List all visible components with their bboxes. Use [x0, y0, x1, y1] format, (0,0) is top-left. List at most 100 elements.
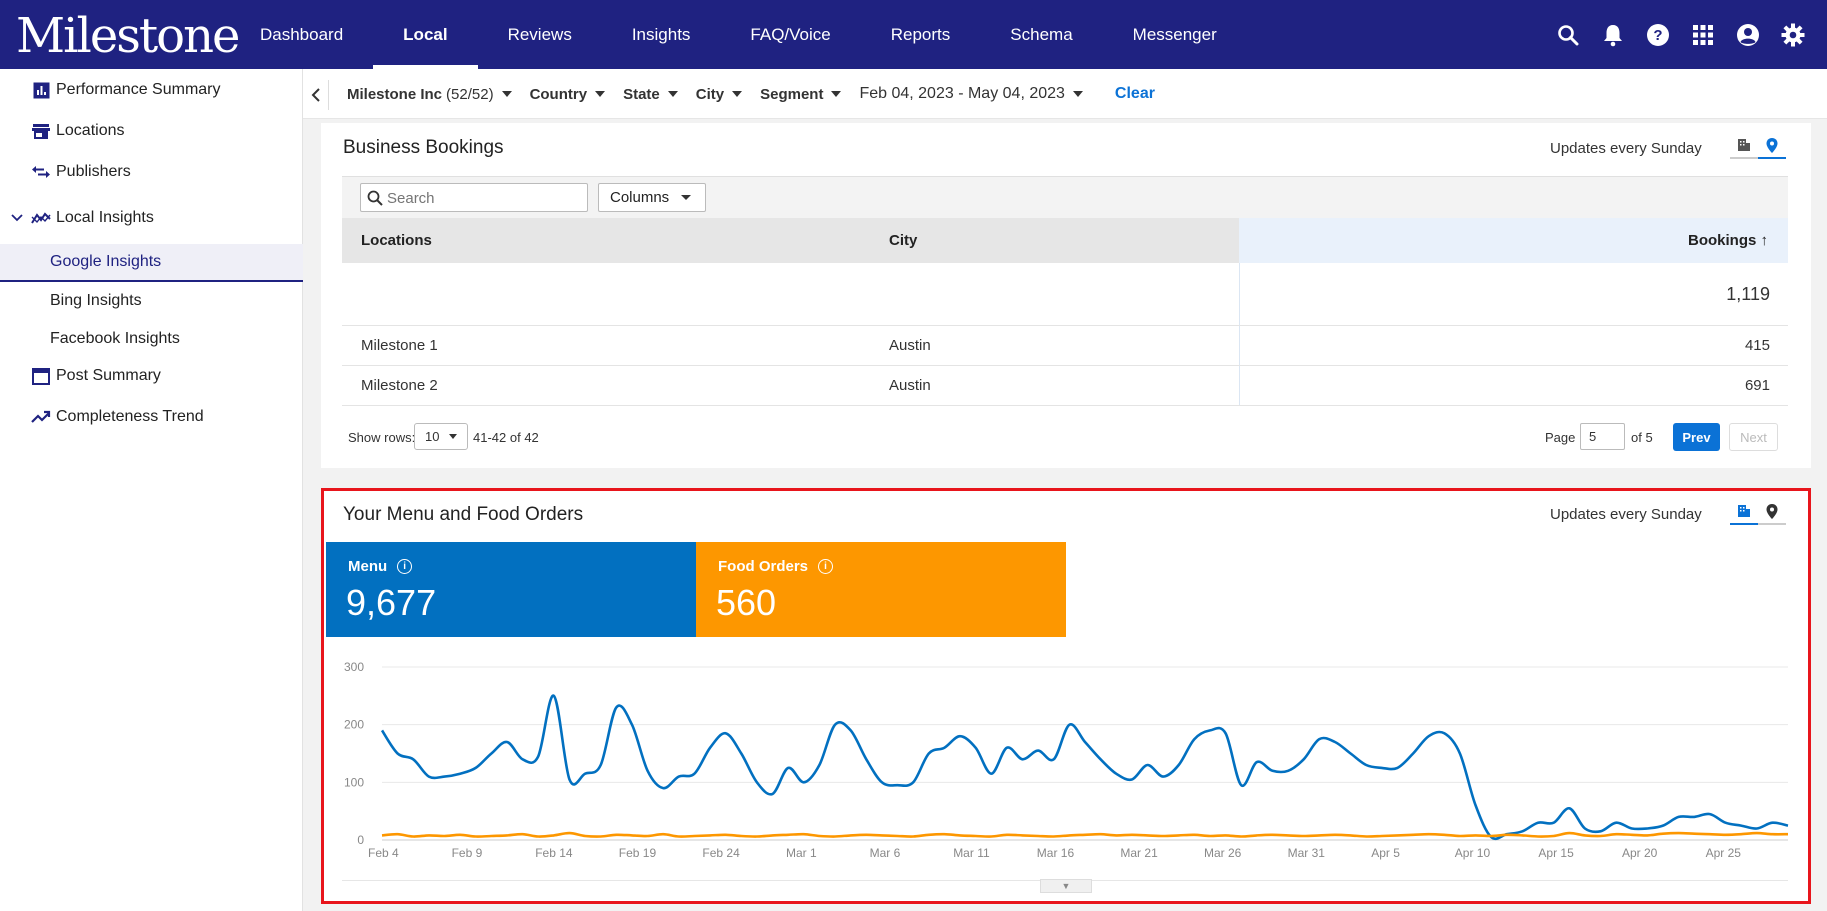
- cell-location: Milestone 2: [361, 377, 438, 394]
- cell-bookings: 415: [1239, 326, 1788, 365]
- filters: Milestone Inc (52/52) Country State City…: [347, 69, 1155, 119]
- help-icon[interactable]: ?: [1645, 22, 1670, 47]
- sidebar-item-label: Publishers: [56, 163, 131, 180]
- columns-label: Columns: [610, 189, 670, 206]
- sidebar-item-local-insights[interactable]: Local Insights: [0, 199, 303, 237]
- page-of-text: of 5: [1631, 430, 1653, 445]
- page-label: Page: [1545, 430, 1576, 445]
- store-icon: [31, 121, 51, 141]
- nav-dashboard[interactable]: Dashboard: [230, 0, 373, 69]
- country-filter[interactable]: Country: [530, 86, 606, 103]
- col-header-bookings-label: Bookings ↑: [1687, 232, 1768, 249]
- sidebar-item-label: Google Insights: [50, 253, 162, 270]
- search-icon[interactable]: [1555, 22, 1580, 47]
- location-view-button[interactable]: [1758, 133, 1786, 159]
- table-total-row: 1,119: [342, 263, 1788, 326]
- col-header-city[interactable]: City: [889, 218, 917, 263]
- city-filter-label: City: [695, 85, 725, 103]
- col-header-locations[interactable]: Locations: [361, 218, 432, 263]
- nav-reviews[interactable]: Reviews: [478, 0, 602, 69]
- city-filter[interactable]: City: [695, 85, 743, 103]
- chevron-down-icon: [11, 214, 23, 222]
- milestone-logo[interactable]: Milestone: [16, 8, 240, 64]
- sidebar-item-bing-insights[interactable]: Bing Insights: [0, 282, 303, 320]
- cell-city: Austin: [889, 377, 931, 394]
- svg-text:?: ?: [1653, 27, 1662, 44]
- sidebar-item-post-summary[interactable]: Post Summary: [0, 357, 303, 395]
- sidebar-item-label: Performance Summary: [56, 81, 221, 98]
- caret-down-icon: [732, 91, 743, 97]
- bookings-view-toggle: [1730, 133, 1786, 159]
- caret-down-icon: [667, 91, 678, 97]
- account-filter-label: Milestone Inc: [347, 85, 443, 103]
- account-filter[interactable]: Milestone Inc (52/52): [347, 86, 512, 103]
- rows-per-page-select[interactable]: 10: [414, 423, 468, 450]
- sidebar-item-facebook-insights[interactable]: Facebook Insights: [0, 320, 303, 358]
- bookings-updates-note: Updates every Sunday: [1550, 140, 1702, 157]
- sidebar-item-google-insights[interactable]: Google Insights: [0, 244, 303, 282]
- sidebar-item-publishers[interactable]: Publishers: [0, 153, 303, 191]
- top-nav-bar: Milestone Dashboard Local Reviews Insigh…: [0, 0, 1827, 69]
- table-row[interactable]: Milestone 2 Austin 691: [342, 366, 1788, 406]
- state-filter[interactable]: State: [623, 86, 678, 103]
- nav-reports[interactable]: Reports: [861, 0, 981, 69]
- top-icons: ?: [1555, 0, 1805, 69]
- sidebar-item-locations[interactable]: Locations: [0, 112, 303, 150]
- trend-icon: [31, 208, 51, 228]
- cell-location: Milestone 1: [361, 337, 438, 354]
- table-header: Locations City Bookings ↑: [342, 218, 1788, 263]
- nav-local[interactable]: Local: [373, 0, 478, 69]
- caret-down-icon: [449, 434, 458, 439]
- table-toolbar: Columns: [342, 176, 1788, 218]
- caret-down-icon: [1072, 91, 1083, 97]
- segment-filter[interactable]: Segment: [760, 86, 842, 103]
- nav-schema[interactable]: Schema: [980, 0, 1102, 69]
- sidebar-item-completeness-trend[interactable]: Completeness Trend: [0, 398, 303, 436]
- search-box: [360, 183, 588, 212]
- nav-faq-voice[interactable]: FAQ/Voice: [720, 0, 860, 69]
- map-pin-icon: [1766, 137, 1778, 153]
- columns-dropdown[interactable]: Columns: [598, 183, 706, 212]
- sidebar-item-label: Locations: [56, 122, 125, 139]
- sidebar-item-label: Facebook Insights: [50, 330, 180, 347]
- next-page-button[interactable]: Next: [1729, 423, 1778, 451]
- prev-page-button[interactable]: Prev: [1673, 423, 1720, 451]
- search-input[interactable]: [387, 188, 577, 208]
- main-nav: Dashboard Local Reviews Insights FAQ/Voi…: [230, 0, 1247, 69]
- col-header-bookings[interactable]: Bookings ↑: [1239, 218, 1788, 263]
- calendar-icon: [31, 366, 51, 386]
- rows-per-page-value: 10: [425, 429, 440, 444]
- sidebar-item-label: Post Summary: [56, 367, 161, 384]
- chevron-left-icon: [311, 88, 320, 102]
- sidebar-item-performance-summary[interactable]: Performance Summary: [0, 71, 303, 109]
- nav-insights[interactable]: Insights: [602, 0, 721, 69]
- bookings-total: 1,119: [1239, 263, 1788, 325]
- date-range-label: Feb 04, 2023 - May 04, 2023: [859, 85, 1065, 102]
- clear-filters-link[interactable]: Clear: [1115, 85, 1155, 103]
- state-filter-label: State: [623, 85, 660, 103]
- caret-down-icon: [501, 91, 512, 97]
- show-rows-label: Show rows:: [348, 430, 416, 445]
- caret-down-icon: [831, 91, 842, 97]
- collapse-sidebar-button[interactable]: [303, 80, 329, 110]
- page-number-input[interactable]: [1580, 423, 1625, 450]
- bell-icon[interactable]: [1600, 22, 1625, 47]
- sidebar-item-label: Local Insights: [56, 209, 154, 226]
- sidebar: Performance Summary Locations Publishers…: [0, 69, 303, 911]
- highlight-box: [321, 488, 1811, 904]
- cell-city: Austin: [889, 337, 931, 354]
- apps-grid-icon[interactable]: [1690, 22, 1715, 47]
- caret-down-icon: [595, 91, 606, 97]
- business-view-button[interactable]: [1730, 133, 1758, 159]
- sidebar-item-label: Bing Insights: [50, 292, 142, 309]
- nav-messenger[interactable]: Messenger: [1103, 0, 1247, 69]
- account-icon[interactable]: [1735, 22, 1760, 47]
- date-range-filter[interactable]: Feb 04, 2023 - May 04, 2023: [859, 85, 1083, 103]
- table-pager: Show rows: 10 41-42 of 42 Page of 5 Prev…: [342, 420, 1788, 456]
- rows-range-text: 41-42 of 42: [473, 430, 539, 445]
- bar-chart-icon: [31, 80, 51, 100]
- table-row[interactable]: Milestone 1 Austin 415: [342, 326, 1788, 366]
- business-bookings-title: Business Bookings: [343, 137, 504, 158]
- building-icon: [1738, 139, 1750, 151]
- gear-icon[interactable]: [1780, 22, 1805, 47]
